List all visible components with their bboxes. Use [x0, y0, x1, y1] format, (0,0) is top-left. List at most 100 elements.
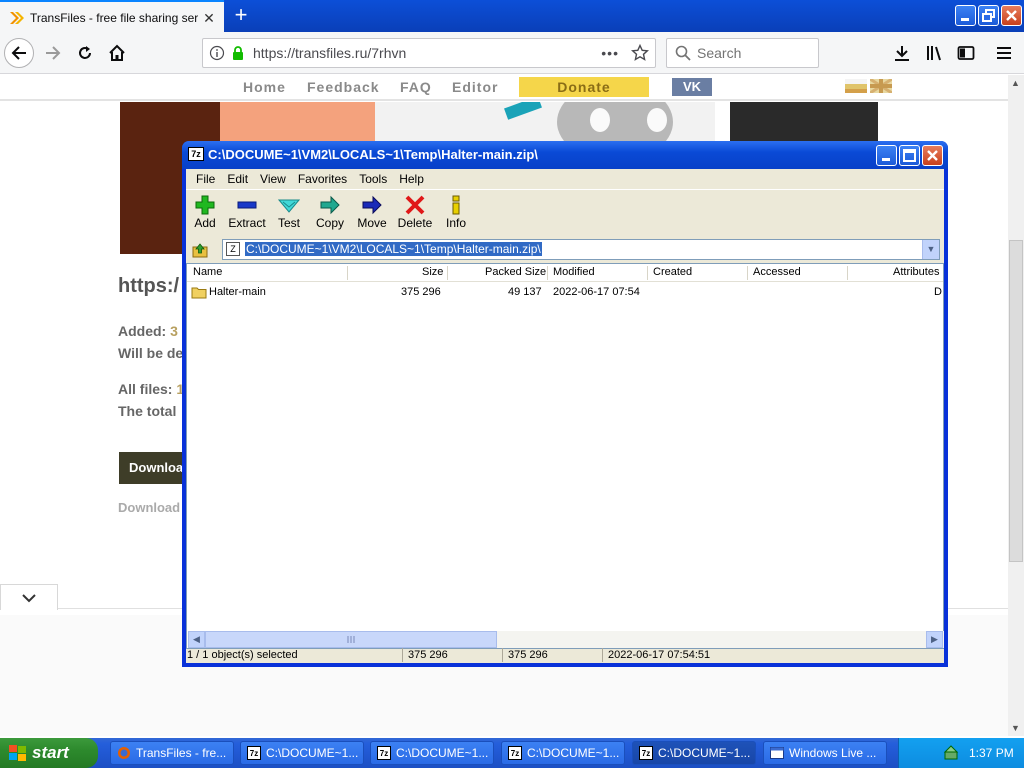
lock-icon[interactable] [231, 45, 245, 61]
menu-tools[interactable]: Tools [353, 169, 393, 189]
nav-feedback-link[interactable]: Feedback [307, 79, 380, 95]
info-button[interactable]: Info [434, 194, 478, 234]
file-list-horizontal-scrollbar[interactable]: ◀ ▶ [188, 631, 944, 648]
menu-file[interactable]: File [190, 169, 221, 189]
info-icon[interactable] [209, 45, 225, 61]
donate-button[interactable]: Donate [519, 77, 649, 97]
home-button[interactable] [102, 38, 132, 68]
file-list[interactable]: Name Size Packed Size Modified Created A… [186, 263, 944, 649]
column-size[interactable]: Size [422, 266, 443, 278]
clock[interactable]: 1:37 PM [969, 746, 1014, 760]
menu-help[interactable]: Help [393, 169, 430, 189]
taskbar-button-7zip-2[interactable]: 7z C:\DOCUME~1... [370, 741, 494, 765]
reload-button[interactable] [70, 38, 100, 68]
path-dropdown-chevron-icon[interactable]: ▼ [922, 240, 939, 259]
collapse-tab[interactable] [0, 584, 58, 610]
tab-close-icon[interactable]: ✕ [202, 10, 216, 27]
download-icon [895, 46, 909, 61]
column-separator[interactable] [847, 266, 848, 280]
url-bar[interactable]: https://transfiles.ru/7rhvn ••• [202, 38, 656, 68]
path-text: C:\DOCUME~1\VM2\LOCALS~1\Temp\Halter-mai… [245, 242, 542, 256]
7zip-title: C:\DOCUME~1\VM2\LOCALS~1\Temp\Halter-mai… [208, 147, 538, 162]
delete-button[interactable]: Delete [393, 194, 437, 234]
page-vertical-scrollbar[interactable]: ▲ ▼ [1008, 75, 1024, 736]
column-separator[interactable] [547, 266, 548, 280]
scroll-down-arrow-icon[interactable]: ▼ [1011, 723, 1020, 733]
scrollbar-thumb[interactable] [1009, 240, 1023, 562]
start-button[interactable]: start [0, 738, 98, 768]
nav-faq-link[interactable]: FAQ [400, 79, 432, 95]
column-separator[interactable] [447, 266, 448, 280]
horizontal-scrollbar-thumb[interactable] [205, 631, 497, 648]
safely-remove-hardware-icon[interactable] [943, 745, 961, 761]
menu-button[interactable] [990, 38, 1018, 68]
new-tab-button[interactable]: + [228, 2, 254, 30]
7zip-icon: 7z [508, 746, 522, 760]
column-accessed[interactable]: Accessed [753, 266, 801, 278]
menu-edit[interactable]: Edit [221, 169, 254, 189]
column-separator[interactable] [647, 266, 648, 280]
column-packed-size[interactable]: Packed Size [485, 266, 546, 278]
taskbar-button-firefox[interactable]: TransFiles - fre... [110, 741, 234, 765]
extract-button[interactable]: Extract [225, 194, 269, 234]
system-tray: 1:37 PM [898, 738, 1024, 768]
search-box[interactable]: Search [666, 38, 819, 68]
vk-button[interactable]: VK [672, 78, 712, 96]
page-actions-icon[interactable]: ••• [601, 45, 619, 61]
menu-favorites[interactable]: Favorites [292, 169, 353, 189]
scroll-left-arrow-icon[interactable]: ◀ [188, 631, 205, 648]
7zip-maximize-button[interactable] [899, 145, 920, 166]
forward-button[interactable] [38, 38, 68, 68]
7zip-close-button[interactable] [922, 145, 943, 166]
column-created[interactable]: Created [653, 266, 692, 278]
delete-label: Delete [397, 216, 433, 230]
status-separator [402, 648, 403, 662]
window-app-icon [770, 747, 784, 759]
bookmark-star-icon[interactable] [631, 44, 649, 62]
downloads-button[interactable] [888, 38, 916, 68]
taskbar-button-7zip-1[interactable]: 7z C:\DOCUME~1... [240, 741, 364, 765]
7zip-minimize-button[interactable] [876, 145, 897, 166]
info-i-icon [452, 195, 460, 215]
library-button[interactable] [920, 38, 948, 68]
uk-flag-icon[interactable] [870, 79, 892, 93]
row-size: 375 296 [401, 286, 441, 298]
all-files-label: All files: [118, 381, 173, 397]
7zip-menubar: File Edit View Favorites Tools Help [186, 169, 944, 189]
test-button[interactable]: Test [267, 194, 311, 234]
taskbar-button-label: C:\DOCUME~1... [266, 746, 359, 760]
column-separator[interactable] [347, 266, 348, 280]
taskbar-button-label: C:\DOCUME~1... [396, 746, 489, 760]
russian-flag-icon[interactable] [845, 79, 867, 93]
taskbar-button-7zip-4-active[interactable]: 7z C:\DOCUME~1... [632, 741, 756, 765]
browser-minimize-button[interactable] [955, 5, 976, 26]
7zip-status-bar: 1 / 1 object(s) selected 375 296 375 296… [186, 647, 944, 663]
column-name[interactable]: Name [193, 266, 222, 278]
path-input[interactable]: Z C:\DOCUME~1\VM2\LOCALS~1\Temp\Halter-m… [222, 239, 940, 260]
sidebar-button[interactable] [952, 38, 980, 68]
nav-home-link[interactable]: Home [243, 79, 286, 95]
back-button[interactable] [4, 38, 34, 68]
svg-text:7z: 7z [642, 749, 650, 758]
browser-restore-button[interactable] [978, 5, 999, 26]
total-line: The total [118, 403, 177, 419]
column-modified[interactable]: Modified [553, 266, 595, 278]
status-separator [502, 648, 503, 662]
7zip-titlebar[interactable]: 7z C:\DOCUME~1\VM2\LOCALS~1\Temp\Halter-… [182, 141, 948, 169]
column-separator[interactable] [747, 266, 748, 280]
scroll-right-arrow-icon[interactable]: ▶ [926, 631, 943, 648]
table-row[interactable]: Halter-main 375 296 49 137 2022-06-17 07… [187, 284, 943, 302]
move-button[interactable]: Move [350, 194, 394, 234]
scroll-up-arrow-icon[interactable]: ▲ [1011, 78, 1020, 88]
folder-up-icon[interactable] [192, 242, 208, 258]
copy-button[interactable]: Copy [308, 194, 352, 234]
nav-editor-link[interactable]: Editor [452, 79, 498, 95]
browser-tab[interactable]: TransFiles - free file sharing service ✕ [0, 0, 224, 34]
menu-view[interactable]: View [254, 169, 292, 189]
browser-close-button[interactable] [1001, 5, 1022, 26]
minus-icon [237, 201, 257, 209]
add-button[interactable]: Add [183, 194, 227, 234]
taskbar-button-7zip-3[interactable]: 7z C:\DOCUME~1... [501, 741, 625, 765]
taskbar-button-windows-live[interactable]: Windows Live ... [763, 741, 887, 765]
column-attributes[interactable]: Attributes [893, 266, 939, 278]
